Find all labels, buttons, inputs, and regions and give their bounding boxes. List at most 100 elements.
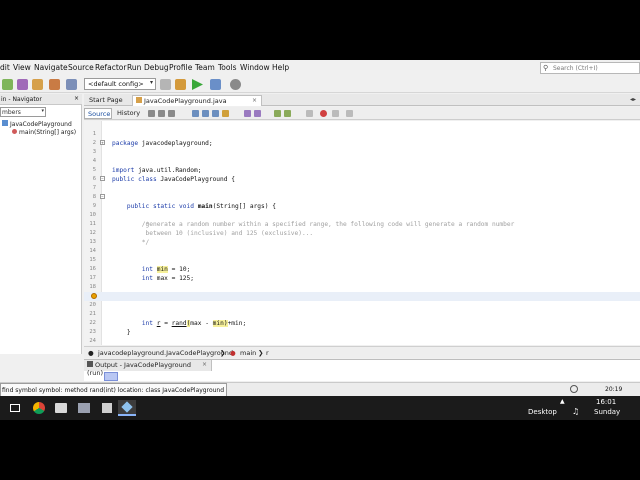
diff-icon[interactable] <box>346 110 353 117</box>
clock-day[interactable]: Sunday <box>594 408 620 416</box>
menu-refactor[interactable]: Refactor <box>95 63 126 72</box>
members-select[interactable]: mbers ▾ <box>0 107 46 117</box>
error-icon[interactable] <box>91 293 97 299</box>
windows-taskbar: Desktop ▲ ♫ 16:01 Sunday <box>0 396 640 420</box>
code-line: 8 <box>84 184 640 200</box>
letterbox-top <box>0 0 640 60</box>
menu-help[interactable]: Help <box>272 63 289 72</box>
close-icon[interactable]: × <box>202 361 207 368</box>
quick-search-input[interactable]: ⚲ Search (Ctrl+I) <box>540 62 640 74</box>
menu-window[interactable]: Window <box>240 63 270 72</box>
menu-debug[interactable]: Debug <box>144 63 169 72</box>
breadcrumb-class[interactable]: javacodeplayground.JavaCodePlayground <box>98 349 233 357</box>
start-macro-icon[interactable] <box>306 110 313 117</box>
last-edit-icon[interactable] <box>148 110 155 117</box>
comment-icon[interactable] <box>274 110 281 117</box>
shift-left-icon[interactable] <box>244 110 251 117</box>
profile-icon[interactable] <box>230 79 241 90</box>
class-icon <box>2 120 8 126</box>
code-line: 4 <box>84 148 640 164</box>
tab-javacodeplayground[interactable]: JavaCodePlayground.java × <box>132 95 262 106</box>
volume-icon[interactable]: ♫ <box>572 407 579 416</box>
code-line: 19 <box>84 283 640 299</box>
task-view-icon[interactable] <box>6 400 24 416</box>
code-line: 25 <box>84 337 640 353</box>
main-toolbar: <default config> ▾ <box>0 76 640 93</box>
code-line: 3 + import java.util.Random; <box>84 139 640 174</box>
file-explorer-icon[interactable] <box>52 400 70 416</box>
code-line: 7 − public static void main(String[] arg… <box>84 175 640 210</box>
code-line-current: 20 int r = rand(max - min)+min; <box>84 292 640 327</box>
code-line: 13 <box>84 229 640 245</box>
tree-item-method[interactable]: main(String[] args) <box>12 129 76 136</box>
search-placeholder: Search (Ctrl+I) <box>553 65 598 72</box>
stop-macro-icon[interactable] <box>320 110 327 117</box>
fold-icon[interactable]: − <box>100 194 105 199</box>
forward-icon[interactable] <box>168 110 175 117</box>
menu-run[interactable]: Run <box>127 63 141 72</box>
back-icon[interactable] <box>158 110 165 117</box>
find-next-icon[interactable] <box>212 110 219 117</box>
debug-icon[interactable] <box>210 79 221 90</box>
output-pane: Output - JavaCodePlayground (run) × <box>84 359 640 381</box>
desktop-toolbar[interactable]: Desktop <box>528 408 557 416</box>
code-editor[interactable]: 1 package javacodeplayground; 2 3 + impo… <box>84 121 640 354</box>
close-icon[interactable]: × <box>74 95 79 102</box>
menu-profile[interactable]: Profile <box>169 63 192 72</box>
source-tab[interactable]: Source <box>84 108 112 119</box>
tab-scroll-icon[interactable]: ◂▸ <box>630 96 636 103</box>
breadcrumb-method[interactable]: main <box>240 349 256 357</box>
chevron-down-icon: ▾ <box>41 108 44 114</box>
code-line: 5 public class JavaCodePlayground { <box>84 157 640 183</box>
chrome-icon[interactable] <box>30 400 48 416</box>
menu-source[interactable]: Source <box>68 63 94 72</box>
save-all-icon[interactable] <box>49 79 60 90</box>
close-icon[interactable]: × <box>252 97 257 104</box>
toggle-highlight-icon[interactable] <box>222 110 229 117</box>
breadcrumb-separator-icon: ❯ <box>258 349 264 357</box>
new-project-icon[interactable] <box>2 79 13 90</box>
build-icon[interactable] <box>160 79 171 90</box>
find-previous-icon[interactable] <box>202 110 209 117</box>
uncomment-icon[interactable] <box>284 110 291 117</box>
tree-item-class[interactable]: JavaCodePlayground <box>2 120 72 128</box>
netbeans-taskbar-icon[interactable] <box>118 400 136 416</box>
rerun-button[interactable] <box>104 372 118 381</box>
new-file-icon[interactable] <box>17 79 28 90</box>
fold-icon[interactable]: − <box>100 176 105 181</box>
find-icon[interactable] <box>192 110 199 117</box>
clock-time[interactable]: 16:01 <box>596 398 616 406</box>
open-project-icon[interactable] <box>32 79 43 90</box>
breadcrumb-var[interactable]: r <box>266 349 269 357</box>
fold-icon[interactable]: + <box>100 140 105 145</box>
code-line: 24 } <box>84 328 640 354</box>
status-message: find symbol symbol: method rand(int) loc… <box>0 383 227 396</box>
navigator-title: in - Navigator <box>1 96 42 103</box>
menu-view[interactable]: View <box>13 63 31 72</box>
netbeans-ide-window: dit View Navigate Source Refactor Run De… <box>0 60 640 396</box>
output-tab[interactable]: Output - JavaCodePlayground (run) × <box>84 360 212 377</box>
menu-tools[interactable]: Tools <box>218 63 236 72</box>
code-line: 22 } <box>84 310 640 336</box>
menu-edit[interactable]: dit <box>0 63 10 72</box>
clean-build-icon[interactable] <box>175 79 186 90</box>
config-select[interactable]: <default config> ▾ <box>84 78 156 90</box>
code-line: 15 int min = 10; <box>84 247 640 273</box>
tray-expand-icon[interactable]: ▲ <box>560 398 565 405</box>
letterbox-bottom <box>0 420 640 480</box>
chevron-down-icon: ▾ <box>149 79 153 86</box>
tab-start-page[interactable]: Start Page <box>86 95 130 106</box>
history-tab[interactable]: History <box>114 108 142 119</box>
code-line: 10 generate a random number within a spe… <box>84 202 640 228</box>
code-line: 21 <box>84 301 640 317</box>
shift-right-icon[interactable] <box>254 110 261 117</box>
run-icon[interactable] <box>192 79 203 90</box>
terminal-icon[interactable] <box>75 400 93 416</box>
output-tab-label: Output - JavaCodePlayground (run) <box>87 361 191 377</box>
undo-icon[interactable] <box>66 79 77 90</box>
menu-team[interactable]: Team <box>195 63 215 72</box>
notification-icon[interactable] <box>570 385 578 393</box>
record-icon[interactable] <box>332 110 339 117</box>
menu-navigate[interactable]: Navigate <box>34 63 68 72</box>
store-icon[interactable] <box>98 400 116 416</box>
